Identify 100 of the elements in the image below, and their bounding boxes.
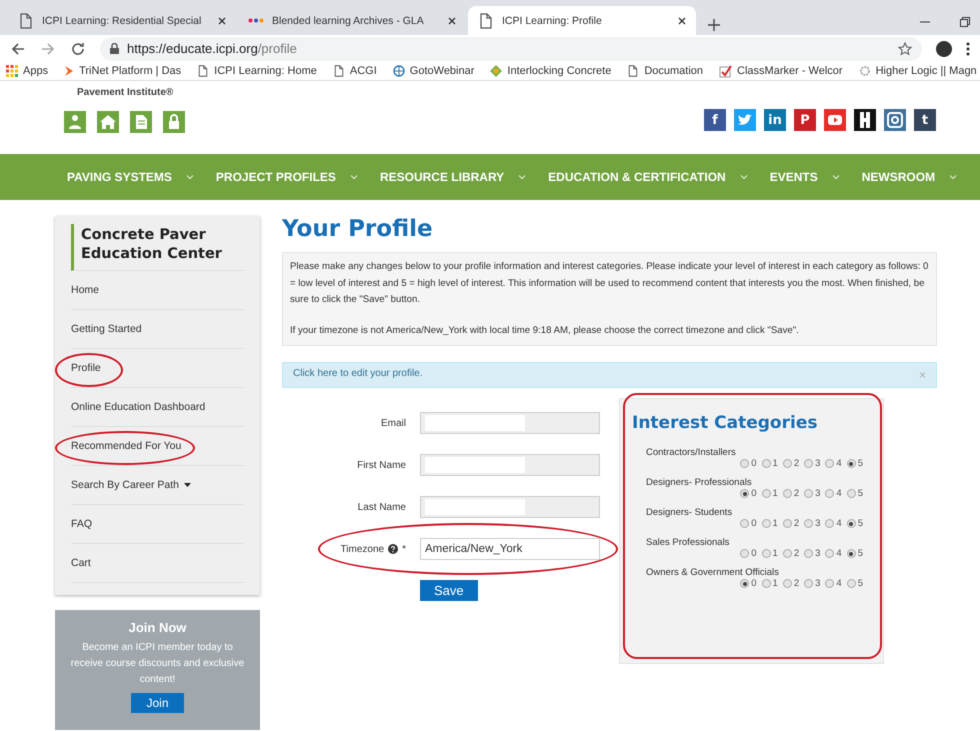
social-link[interactable]: f [704, 109, 726, 131]
bookmark-link[interactable]: TriNet Platform | Das [64, 65, 182, 77]
radio-button[interactable] [804, 459, 814, 468]
help-icon[interactable] [388, 544, 398, 554]
chevron-down-icon [518, 173, 526, 181]
close-icon[interactable] [678, 16, 686, 24]
radio-label: 5 [858, 518, 863, 530]
join-button[interactable]: Join [131, 693, 184, 713]
bookmark-link[interactable]: Apps [6, 65, 48, 77]
menu-icon[interactable] [966, 42, 970, 56]
radio-button[interactable] [740, 459, 750, 468]
radio-button[interactable] [846, 489, 856, 498]
required-mark: * [402, 544, 406, 555]
input-field[interactable] [420, 454, 600, 476]
bookmark-link[interactable]: GotoWebinar [392, 65, 474, 77]
page-icon [627, 64, 640, 78]
chevron-down-icon [949, 173, 958, 181]
social-link[interactable]: t [914, 109, 936, 131]
globe-icon [392, 65, 405, 77]
input-field[interactable]: America/New_York [420, 538, 600, 560]
category-label: Sales Professionals [646, 537, 730, 548]
radio-button[interactable] [762, 519, 771, 528]
radio-button[interactable] [825, 489, 834, 498]
radio-button[interactable] [804, 519, 814, 528]
radio-button[interactable] [825, 519, 834, 528]
radio-button[interactable] [782, 519, 792, 528]
radio-button[interactable] [740, 489, 750, 498]
radio-button[interactable] [762, 489, 771, 498]
radio-button[interactable] [762, 549, 771, 558]
radio-label: 2 [794, 488, 800, 500]
radio-button[interactable] [846, 459, 856, 468]
radio-button[interactable] [846, 519, 856, 528]
bookmark-link[interactable]: Higher Logic || Magn [858, 65, 977, 77]
radio-button[interactable] [825, 459, 834, 468]
browser-tab[interactable]: ICPI Learning: Profile [468, 6, 696, 35]
browser-tab[interactable]: Blended learning Archives - GLA [238, 6, 466, 35]
blocks-icon[interactable] [854, 109, 876, 131]
radio-label: 4 [836, 548, 842, 560]
alert-text[interactable]: Click here to edit your profile. [293, 368, 423, 382]
close-icon[interactable] [218, 16, 226, 24]
sidebar-link[interactable]: Search By Career Path [71, 479, 191, 491]
radio-button[interactable] [804, 549, 814, 558]
arrow-icon [64, 65, 74, 77]
sidebar-link[interactable]: Profile [71, 362, 101, 374]
radio-button[interactable] [846, 579, 856, 588]
bookmark-link[interactable]: ClassMarker - Welcor [719, 64, 843, 78]
sidebar-link[interactable]: Cart [71, 557, 91, 569]
input-field[interactable] [420, 412, 600, 434]
bookmark-link[interactable]: Documation [627, 64, 704, 78]
radio-button[interactable] [740, 549, 750, 558]
play-icon[interactable] [824, 109, 846, 131]
star-icon[interactable] [898, 42, 912, 56]
radio-label: 3 [815, 518, 820, 530]
sidebar-link[interactable]: FAQ [71, 518, 92, 530]
radio-button[interactable] [825, 579, 834, 588]
radio-button[interactable] [740, 579, 750, 588]
camera-icon[interactable] [884, 109, 906, 131]
social-link[interactable]: in [764, 109, 786, 131]
sidebar-title: Concrete Paver Education Center [71, 224, 244, 271]
sidebar-link[interactable]: Online Education Dashboard [71, 401, 206, 413]
back-icon[interactable] [10, 40, 26, 56]
radio-button[interactable] [782, 459, 792, 468]
radio-button[interactable] [762, 579, 771, 588]
radio-button[interactable] [825, 549, 834, 558]
bird-icon[interactable] [734, 109, 756, 131]
avatar-icon[interactable] [936, 40, 952, 56]
page-icon [332, 64, 345, 78]
radio-button[interactable] [804, 579, 814, 588]
forward-icon[interactable] [40, 40, 56, 56]
sidebar-link[interactable]: Home [71, 284, 100, 296]
radio-button[interactable] [846, 549, 856, 558]
social-link[interactable]: P [794, 109, 816, 131]
close-icon[interactable] [448, 16, 456, 24]
radio-button[interactable] [782, 549, 792, 558]
address-bar[interactable]: https://educate.icpi.org/profile [100, 36, 922, 60]
radio-button[interactable] [762, 459, 771, 468]
bookmark-link[interactable]: ICPI Learning: Home [197, 64, 317, 78]
bookmark-link[interactable]: ACGI [332, 64, 377, 78]
join-text: Become an ICPI member today to receive course discounts and exclusive content! [70, 641, 246, 687]
reload-icon[interactable] [70, 40, 86, 56]
restore-icon[interactable] [960, 17, 970, 27]
radio-button[interactable] [782, 579, 792, 588]
radio-label: 2 [794, 518, 800, 530]
flower-icon [858, 65, 871, 77]
field-label: First Name [356, 460, 407, 471]
save-button[interactable]: Save [420, 580, 478, 602]
sidebar-link[interactable]: Getting Started [71, 323, 142, 335]
edit-profile-alert[interactable]: Click here to edit your profile. × [282, 362, 937, 388]
radio-label: 1 [772, 548, 778, 560]
radio-button[interactable] [740, 519, 750, 528]
radio-label: 2 [794, 548, 800, 560]
sidebar-link[interactable]: Recommended For You [71, 440, 182, 452]
radio-button[interactable] [782, 489, 792, 498]
new-tab-icon[interactable] [708, 19, 720, 31]
browser-tab[interactable]: ICPI Learning: Residential Special [8, 6, 236, 35]
bookmark-link[interactable]: Interlocking Concrete [490, 65, 612, 77]
radio-label: 1 [772, 518, 778, 530]
page-icon [197, 64, 210, 78]
input-field[interactable] [420, 496, 600, 518]
radio-button[interactable] [804, 489, 814, 498]
